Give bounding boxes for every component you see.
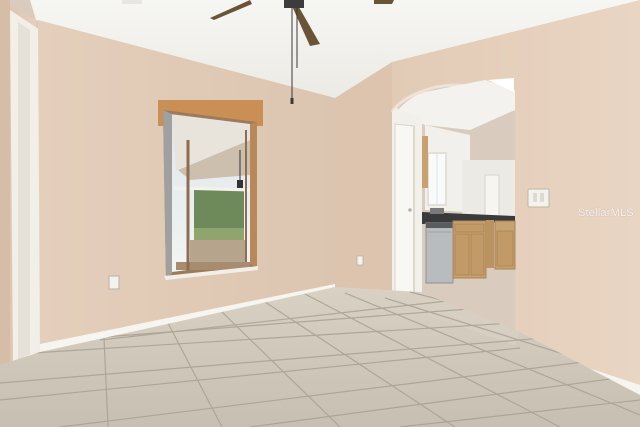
left-door-frame-inner — [18, 22, 30, 360]
middle-wall — [335, 62, 392, 305]
window — [158, 100, 263, 280]
middle-wall-outlet — [356, 255, 364, 266]
white-door — [392, 108, 422, 305]
wall-outlet — [108, 275, 120, 290]
room-photo: StellarMLS — [0, 0, 640, 427]
light-switch — [527, 188, 550, 208]
smoke-detector — [122, 0, 142, 4]
room-scene — [0, 0, 640, 427]
watermark-text: StellarMLS — [578, 207, 634, 219]
